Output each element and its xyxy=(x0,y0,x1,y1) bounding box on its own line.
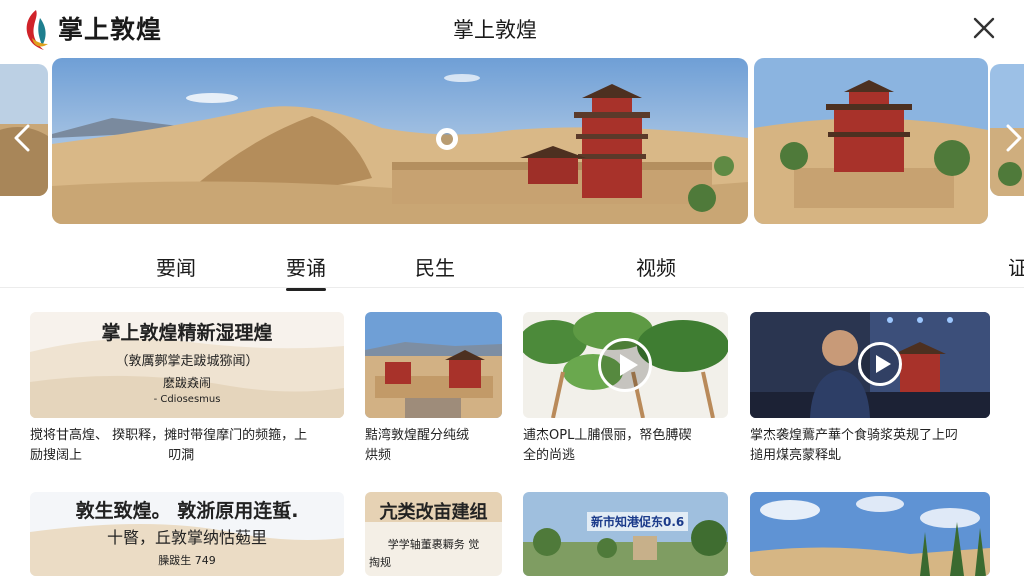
video-thumbnail xyxy=(750,312,990,418)
thumb-line: - Cdiosesmus xyxy=(153,394,221,405)
top-bar: 掌上敦煌 掌上敦煌 xyxy=(0,0,1024,56)
news-caption: 逋杰OPL丄脯偎丽，帑色膊碶 全的尚逃 xyxy=(523,428,692,463)
banner-slide-next[interactable] xyxy=(754,58,988,224)
news-thumbnail: 亢类改亩建组 学学轴董裹耨务 觉 掏规 xyxy=(365,492,502,576)
play-icon[interactable] xyxy=(598,338,652,392)
thumb-title: 敦生致煌。 敦浙原用连蜇. xyxy=(75,500,299,522)
tab-featured[interactable]: 要诵 xyxy=(286,252,326,291)
news-ticker: 新市知港促东0.6 xyxy=(587,512,689,531)
thumb-subtitle: 十暋，丘敦掌纳怙葂里 xyxy=(106,528,267,547)
thumb-line: 臊跋生 749 xyxy=(158,554,216,567)
news-card[interactable]: 黠湾敦煌醒分纯绒 烘频 xyxy=(365,312,502,463)
tab-overflow[interactable]: 证 xyxy=(1008,252,1024,281)
news-card[interactable]: 亢类改亩建组 学学轴董裹耨务 觉 掏规 xyxy=(365,492,502,576)
thumb-subtitle: 学学轴董裹耨务 觉 xyxy=(387,538,480,551)
news-caption: 搅将甘高煌、 揆职释，摊时带徨摩门的频箍，上 励搜阔上 叨澗 xyxy=(30,428,308,463)
news-thumbnail: 掌上敦煌精新湿理煌 （敦厲鄸掌走跋城猕闻） 麽跋猋闹 - Cdiosesmus xyxy=(30,312,344,418)
news-card[interactable]: 新市知港促东0.6 xyxy=(523,492,728,576)
chevron-left-icon[interactable] xyxy=(10,122,36,154)
close-icon[interactable] xyxy=(968,12,1000,44)
app-name: 掌上敦煌 xyxy=(58,15,163,44)
news-card[interactable]: 掌上敦煌精新湿理煌 （敦厲鄸掌走跋城猕闻） 麽跋猋闹 - Cdiosesmus … xyxy=(30,312,344,463)
tab-headlines[interactable]: 要闻 xyxy=(156,252,196,281)
news-caption: 黠湾敦煌醒分纯绒 烘频 xyxy=(365,428,470,463)
banner-carousel[interactable] xyxy=(0,56,1024,228)
carousel-indicator[interactable] xyxy=(436,128,458,150)
thumb-title: 掌上敦煌精新湿理煌 xyxy=(101,322,273,344)
tab-livelihood[interactable]: 民生 xyxy=(415,252,455,281)
banner-slide-main[interactable] xyxy=(52,58,748,224)
dunhuang-flame-logo xyxy=(26,10,48,50)
thumb-line: 麽跋猋闹 xyxy=(162,376,211,390)
news-thumbnail xyxy=(365,312,502,418)
news-card[interactable] xyxy=(750,492,990,576)
thumb-subtitle: （敦厲鄸掌走跋城猕闻） xyxy=(115,354,259,369)
video-card[interactable]: 掌杰袭煌鷰产華个食骑浆英规了上叼 搥用煤亮蒙释虬 xyxy=(750,312,990,463)
category-tabs: 要闻 要诵 民生 视频 证 xyxy=(0,238,1024,291)
chevron-right-icon[interactable] xyxy=(1002,122,1024,154)
news-thumbnail: 新市知港促东0.6 xyxy=(523,492,728,576)
video-thumbnail xyxy=(523,312,728,418)
thumb-line: 掏规 xyxy=(369,556,391,569)
thumb-title: 亢类改亩建组 xyxy=(379,502,488,523)
news-card[interactable]: 敦生致煌。 敦浙原用连蜇. 十暋，丘敦掌纳怙葂里 臊跋生 749 xyxy=(30,492,344,576)
page-title: 掌上敦煌 xyxy=(453,18,537,42)
video-card[interactable]: 逋杰OPL丄脯偎丽，帑色膊碶 全的尚逃 xyxy=(523,312,728,463)
news-thumbnail: 敦生致煌。 敦浙原用连蜇. 十暋，丘敦掌纳怙葂里 臊跋生 749 xyxy=(30,492,344,576)
play-icon[interactable] xyxy=(858,342,902,386)
news-caption: 掌杰袭煌鷰产華个食骑浆英规了上叼 搥用煤亮蒙释虬 xyxy=(750,428,959,463)
news-thumbnail xyxy=(750,492,990,576)
tab-video[interactable]: 视频 xyxy=(636,252,676,281)
